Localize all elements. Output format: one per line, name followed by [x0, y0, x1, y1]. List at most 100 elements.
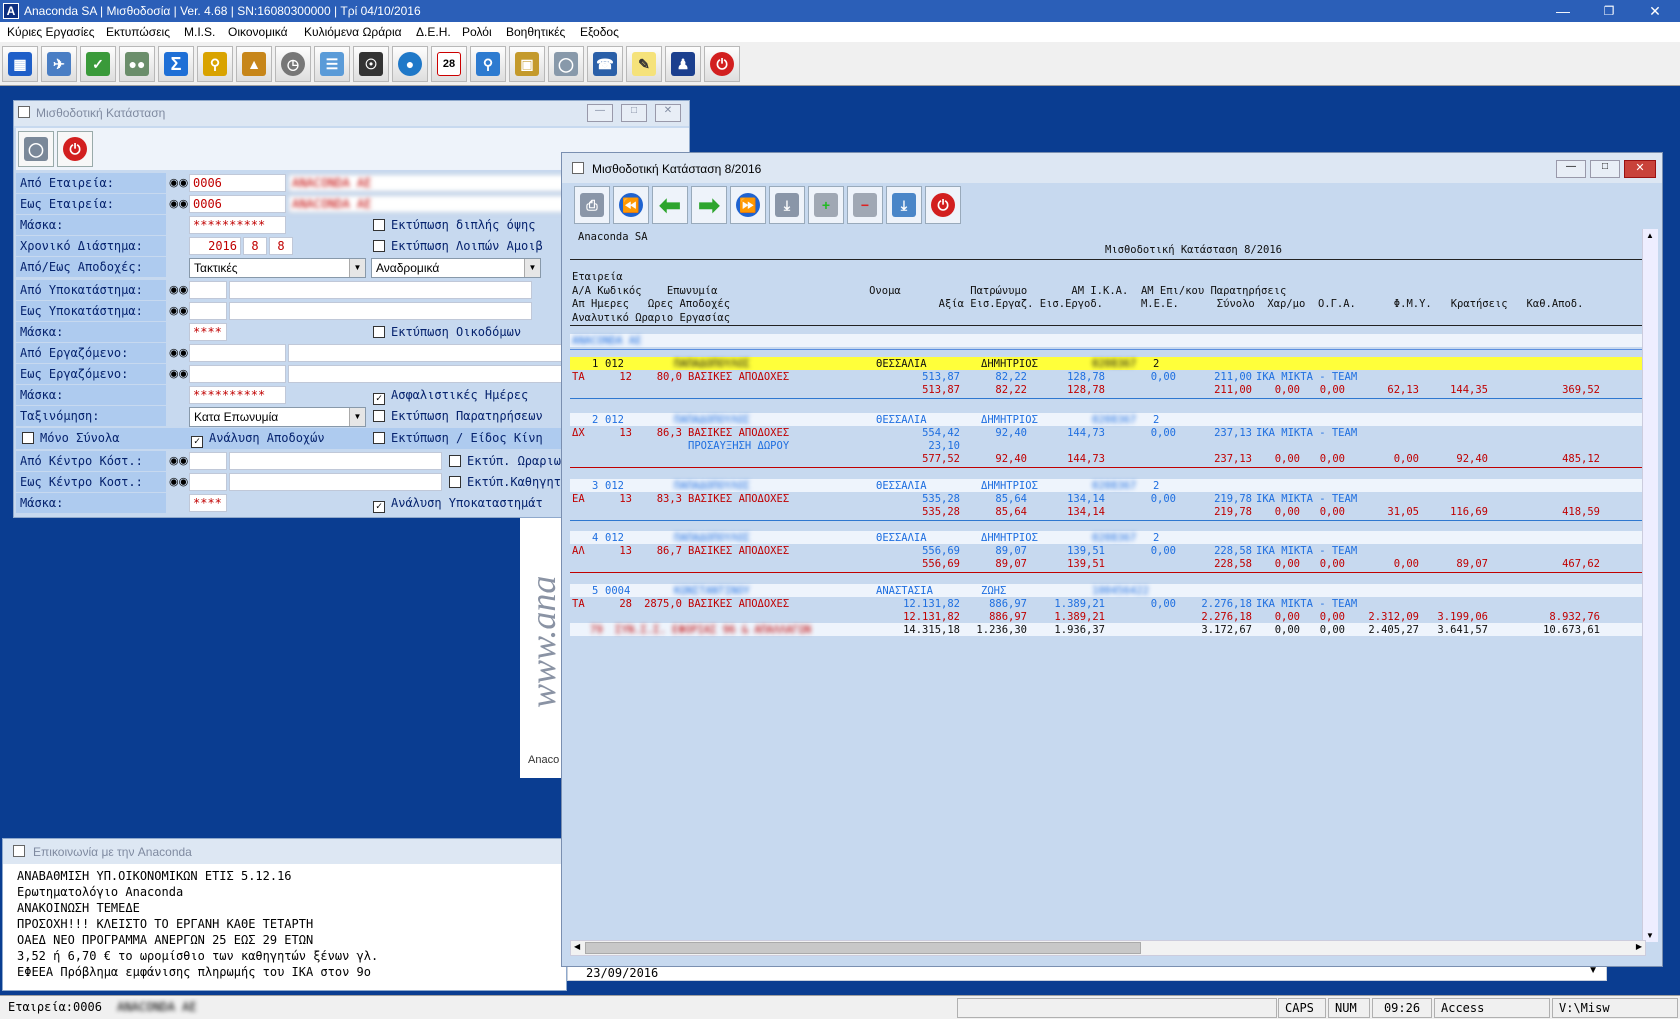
next-page-button[interactable]: ➡ — [691, 186, 727, 224]
to-cost-name-input[interactable] — [229, 473, 442, 491]
toolbar-button-calendar[interactable]: 28 — [431, 46, 467, 82]
menu-financial[interactable]: Οικονομικά — [228, 25, 288, 39]
news-item[interactable]: 3,52 ή 6,70 € το ωρομίσθιο των καθηγητών… — [17, 949, 378, 963]
checkbox-teachers[interactable]: Εκτύπ.Καθηγητ — [449, 475, 561, 489]
checkbox-box[interactable]: ✓ — [373, 501, 385, 513]
news-item[interactable]: ΑΝΑΒΑΘΜΙΣΗ ΥΠ.ΟΙΚΟΝΟΜΙΚΩΝ ΕΤΙΣ 5.12.16 — [17, 869, 292, 883]
checkbox-schedules[interactable]: Εκτύπ. Ωραριω — [449, 454, 561, 468]
chevron-right-icon[interactable]: ▶ — [1636, 942, 1642, 951]
binoculars-icon[interactable]: ◉◉ — [169, 283, 188, 297]
earnings-from-select[interactable]: Τακτικές ▼ — [189, 258, 366, 278]
earnings-to-select[interactable]: Αναδρομικά ▼ — [371, 258, 541, 278]
restore-button[interactable]: ❐ — [1586, 0, 1632, 22]
to-company-code-input[interactable]: 0006 — [189, 195, 286, 213]
chevron-up-icon[interactable]: ▲ — [1646, 231, 1654, 240]
minimize-button[interactable]: — — [1540, 0, 1586, 22]
toolbar-button-book[interactable]: ☰ — [314, 46, 350, 82]
previous-page-button[interactable]: ⬅ — [652, 186, 688, 224]
checkbox-box[interactable] — [373, 219, 385, 231]
period-month-to-input[interactable]: 8 — [269, 237, 293, 255]
checkbox-other-pay[interactable]: Εκτύπωση Λοιπών Αμοιβ — [373, 239, 543, 253]
checkbox-box[interactable]: ✓ — [191, 436, 203, 448]
report-maximize-button[interactable]: □ — [1590, 160, 1620, 178]
mask-1-input[interactable]: ********** — [189, 216, 286, 234]
menu-main-tasks[interactable]: Κύριες Εργασίες — [7, 25, 95, 39]
from-employee-code-input[interactable] — [189, 344, 286, 362]
toolbar-button-totals[interactable]: Σ — [158, 46, 194, 82]
binoculars-icon[interactable]: ◉◉ — [169, 367, 188, 381]
preview-button[interactable]: ◯ — [18, 131, 54, 167]
checkbox-box[interactable] — [22, 432, 34, 444]
checkbox-box[interactable] — [449, 455, 461, 467]
toolbar-button-database[interactable]: ◯ — [548, 46, 584, 82]
save-button[interactable]: ⤓ — [886, 186, 922, 224]
chevron-down-icon[interactable]: ▼ — [1646, 931, 1654, 940]
binoculars-icon[interactable]: ◉◉ — [169, 197, 188, 211]
chevron-down-icon[interactable]: ▼ — [349, 259, 365, 277]
menu-printouts[interactable]: Εκτυπώσεις — [106, 25, 170, 39]
report-vertical-scrollbar[interactable]: ▲ ▼ — [1642, 229, 1658, 942]
from-company-code-input[interactable]: 0006 — [189, 174, 286, 192]
menu-dei[interactable]: Δ.Ε.Η. — [416, 25, 451, 39]
first-page-button[interactable]: ⏪ — [613, 186, 649, 224]
report-exit-button[interactable]: ⏻ — [925, 186, 961, 224]
toolbar-button-travel[interactable]: ✈ — [41, 46, 77, 82]
form-minimize-button[interactable]: — — [587, 104, 613, 122]
toolbar-button-notes[interactable]: ✎ — [626, 46, 662, 82]
menu-exit[interactable]: Εξοδος — [580, 25, 619, 39]
checkbox-type-move[interactable]: Εκτύπωση / Είδος Κίνη — [373, 431, 543, 445]
checkbox-branch-analysis[interactable]: ✓ Ανάλυση Υποκαταστημάτ — [373, 496, 543, 513]
export-button[interactable]: ⤓ — [769, 186, 805, 224]
checkbox-box[interactable] — [373, 432, 385, 444]
to-branch-code-input[interactable] — [189, 302, 227, 320]
from-cost-code-input[interactable] — [189, 452, 227, 470]
close-button[interactable]: ✕ — [1632, 0, 1678, 22]
print-button[interactable]: ⎙ — [574, 186, 610, 224]
toolbar-button-users[interactable]: ●● — [119, 46, 155, 82]
binoculars-icon[interactable]: ◉◉ — [169, 304, 188, 318]
binoculars-icon[interactable]: ◉◉ — [169, 176, 188, 190]
mask-3-input[interactable]: ********** — [189, 386, 286, 404]
menu-clock[interactable]: Ρολόι — [462, 25, 492, 39]
news-item[interactable]: ΠΡΟΣΟΧΗ!!! ΚΛΕΙΣΤΟ ΤΟ ΕΡΓΑΝΗ ΚΑΘΕ ΤΕΤΑΡΤ… — [17, 917, 313, 931]
period-year-input[interactable]: 2016 — [189, 237, 241, 255]
from-branch-code-input[interactable] — [189, 281, 227, 299]
checkbox-builders[interactable]: Εκτύπωση Οικοδόμων — [373, 325, 521, 339]
toolbar-button-key[interactable]: ⚲ — [197, 46, 233, 82]
toolbar-button-support[interactable]: ☉ — [353, 46, 389, 82]
chevron-down-icon[interactable]: ▼ — [349, 408, 365, 426]
toolbar-button-checklist[interactable]: ✓ — [80, 46, 116, 82]
checkbox-double-side[interactable]: Εκτύπωση διπλής όψης — [373, 218, 536, 232]
news-item[interactable]: Ερωτηματολόγιο Anaconda — [17, 885, 183, 899]
to-employee-code-input[interactable] — [189, 365, 286, 383]
sort-select[interactable]: Κατα Επωνυμία ▼ — [189, 407, 366, 427]
from-branch-name-input[interactable] — [229, 281, 532, 299]
form-exit-button[interactable]: ⏻ — [57, 131, 93, 167]
binoculars-icon[interactable]: ◉◉ — [169, 346, 188, 360]
checkbox-remarks[interactable]: Εκτύπωση Παρατηρήσεων — [373, 409, 543, 423]
report-preview[interactable]: Anaconda SA Μισθοδοτική Κατάσταση 8/2016 Ε… — [570, 229, 1644, 942]
mask-4-input[interactable]: **** — [189, 494, 227, 512]
news-item[interactable]: ΕΦΕΕΑ Πρόβλημα εμφάνισης πληρωμής του ΙΚ… — [17, 965, 371, 979]
chevron-down-icon[interactable]: ▼ — [524, 259, 540, 277]
toolbar-button-exit[interactable]: ⏻ — [704, 46, 740, 82]
report-minimize-button[interactable]: — — [1556, 160, 1586, 178]
form-maximize-button[interactable]: □ — [621, 104, 647, 122]
mask-2-input[interactable]: **** — [189, 323, 227, 341]
checkbox-box[interactable] — [373, 410, 385, 422]
last-page-button[interactable]: ⏩ — [730, 186, 766, 224]
binoculars-icon[interactable]: ◉◉ — [169, 454, 188, 468]
toolbar-button-lock[interactable]: ▣ — [509, 46, 545, 82]
toolbar-button-internet[interactable]: ● — [392, 46, 428, 82]
news-item[interactable]: ΟΑΕΔ ΝΕΟ ΠΡΟΓΡΑΜΜΑ ΑΝΕΡΓΩΝ 25 ΕΩΣ 29 ΕΤΩ… — [17, 933, 313, 947]
checkbox-box[interactable]: ✓ — [373, 393, 385, 405]
checkbox-insurance-days[interactable]: ✓ Ασφαλιστικές Ημέρες — [373, 388, 528, 405]
remove-record-button[interactable]: − — [847, 186, 883, 224]
checkbox-box[interactable] — [373, 240, 385, 252]
checkbox-box[interactable] — [373, 326, 385, 338]
menu-utilities[interactable]: Βοηθητικές — [506, 25, 565, 39]
to-branch-name-input[interactable] — [229, 302, 532, 320]
toolbar-button-search[interactable]: ⚲ — [470, 46, 506, 82]
chevron-left-icon[interactable]: ◀ — [574, 942, 580, 951]
scroll-thumb[interactable] — [585, 942, 1141, 954]
